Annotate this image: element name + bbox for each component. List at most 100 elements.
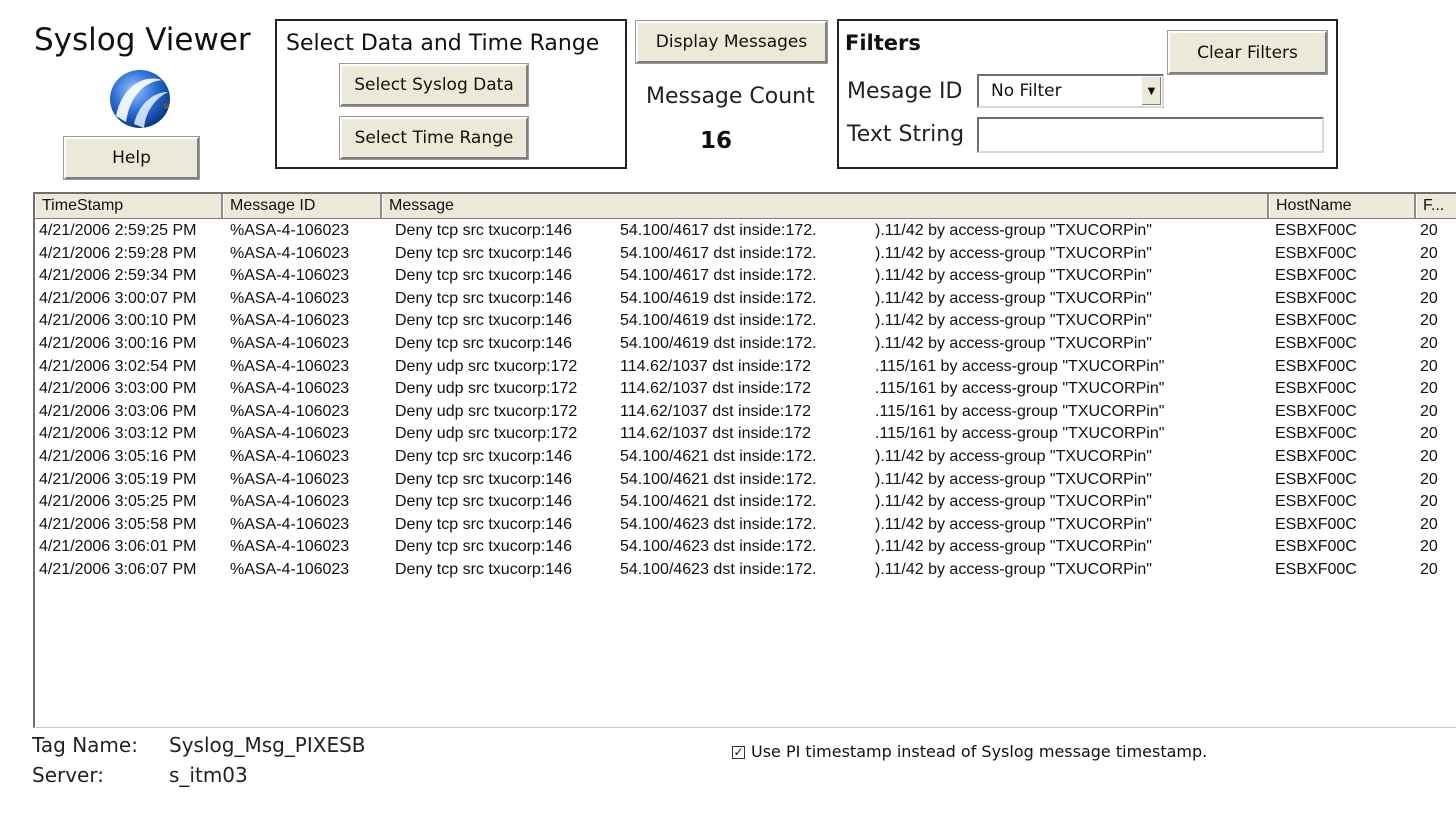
cell-timestamp: 4/21/2006 3:06:07 PM xyxy=(39,561,197,578)
cell-message-part3: ).11/42 by access-group "TXUCORPin" xyxy=(875,244,1152,262)
cell-message-id: %ASA-4-106023 xyxy=(230,335,350,352)
table-row[interactable]: 4/21/2006 3:03:12 PM %ASA-4-106023 Deny ud… xyxy=(35,423,1456,445)
table-row[interactable]: 4/21/2006 2:59:28 PM %ASA-4-106023 Deny tc… xyxy=(35,243,1456,265)
app-title: Syslog Viewer xyxy=(34,22,251,58)
table-row[interactable]: 4/21/2006 2:59:25 PM %ASA-4-106023 Deny tc… xyxy=(35,220,1456,242)
cell-message-part2: 54.100/4619 dst inside:172. xyxy=(620,289,817,307)
help-button[interactable]: Help xyxy=(63,136,200,180)
cell-message-part2: 114.62/1037 dst inside:172 xyxy=(620,402,811,420)
cell-timestamp: 4/21/2006 3:02:54 PM xyxy=(39,357,197,375)
text-string-label: Text String xyxy=(847,122,965,147)
cell-timestamp: 4/21/2006 3:03:06 PM xyxy=(39,402,197,420)
table-row[interactable]: 4/21/2006 3:05:25 PM %ASA-4-106023 Deny tc… xyxy=(35,491,1456,513)
table-row[interactable]: 4/21/2006 3:00:16 PM %ASA-4-106023 Deny tc… xyxy=(35,333,1456,355)
table-row[interactable]: 4/21/2006 3:05:16 PM %ASA-4-106023 Deny tc… xyxy=(35,446,1456,468)
message-id-label: Mesage ID xyxy=(847,79,963,104)
cell-timestamp: 4/21/2006 3:05:19 PM xyxy=(39,470,197,488)
message-id-select[interactable]: No Filter ▼ xyxy=(977,74,1164,108)
cell-f: 20 xyxy=(1420,515,1438,533)
table-row[interactable]: 4/21/2006 3:03:00 PM %ASA-4-106023 Deny ud… xyxy=(35,378,1456,400)
cell-hostname: ESBXF00C xyxy=(1275,289,1357,307)
cell-timestamp: 4/21/2006 2:59:25 PM xyxy=(39,222,197,239)
table-row[interactable]: 4/21/2006 3:05:19 PM %ASA-4-106023 Deny tc… xyxy=(35,469,1456,491)
column-header-message[interactable]: Message xyxy=(382,194,1269,218)
cell-message-id: %ASA-4-106023 xyxy=(230,312,350,330)
cell-message-id: %ASA-4-106023 xyxy=(230,380,350,398)
cell-message-part3: ).11/42 by access-group "TXUCORPin" xyxy=(875,470,1152,488)
column-header-hostname[interactable]: HostName xyxy=(1269,194,1416,218)
range-panel-title: Select Data and Time Range xyxy=(286,31,600,56)
cell-hostname: ESBXF00C xyxy=(1275,357,1357,375)
table-row[interactable]: 4/21/2006 3:05:58 PM %ASA-4-106023 Deny tc… xyxy=(35,514,1456,536)
cell-hostname: ESBXF00C xyxy=(1275,493,1357,511)
cell-message-part3: .115/161 by access-group "TXUCORPin" xyxy=(875,380,1165,398)
pi-timestamp-option[interactable]: ✓ Use PI timestamp instead of Syslog mess… xyxy=(732,742,1207,761)
cell-message-part2: 54.100/4623 dst inside:172. xyxy=(620,561,817,578)
cell-message-id: %ASA-4-106023 xyxy=(230,244,350,262)
cell-hostname: ESBXF00C xyxy=(1275,380,1357,398)
checkbox-checked-icon[interactable]: ✓ xyxy=(732,746,745,759)
table-row[interactable]: 4/21/2006 2:59:34 PM %ASA-4-106023 Deny tc… xyxy=(35,265,1456,287)
cell-message-part2: 54.100/4617 dst inside:172. xyxy=(620,267,817,285)
cell-message-part1: Deny tcp src txucorp:146 xyxy=(395,515,572,533)
cell-message-part1: Deny tcp src txucorp:146 xyxy=(395,244,572,262)
cell-f: 20 xyxy=(1420,561,1438,578)
cell-message-part2: 54.100/4621 dst inside:172. xyxy=(620,493,817,511)
table-row[interactable]: 4/21/2006 3:06:07 PM %ASA-4-106023 Deny tc… xyxy=(35,559,1456,581)
cell-f: 20 xyxy=(1420,222,1438,239)
cell-message-part2: 114.62/1037 dst inside:172 xyxy=(620,357,811,375)
cell-message-part2: 54.100/4621 dst inside:172. xyxy=(620,470,817,488)
cell-message-id: %ASA-4-106023 xyxy=(230,289,350,307)
chevron-down-icon[interactable]: ▼ xyxy=(1141,77,1161,105)
select-syslog-data-button[interactable]: Select Syslog Data xyxy=(339,63,529,107)
grid-header: TimeStamp Message ID Message HostName F.… xyxy=(35,194,1456,219)
cell-message-part1: Deny tcp src txucorp:146 xyxy=(395,222,572,239)
cell-message-part2: 54.100/4617 dst inside:172. xyxy=(620,244,817,262)
table-row[interactable]: 4/21/2006 3:00:07 PM %ASA-4-106023 Deny tc… xyxy=(35,288,1456,310)
cell-message-part2: 114.62/1037 dst inside:172 xyxy=(620,380,811,398)
tag-name-value: Syslog_Msg_PIXESB xyxy=(169,733,366,757)
cell-message-part1: Deny tcp src txucorp:146 xyxy=(395,493,572,511)
cell-message-part2: 54.100/4619 dst inside:172. xyxy=(620,335,817,352)
column-header-f[interactable]: F... xyxy=(1416,194,1456,218)
cell-hostname: ESBXF00C xyxy=(1275,538,1357,556)
cell-timestamp: 4/21/2006 3:05:25 PM xyxy=(39,493,197,511)
logo-icon xyxy=(104,66,176,132)
cell-hostname: ESBXF00C xyxy=(1275,335,1357,352)
cell-hostname: ESBXF00C xyxy=(1275,244,1357,262)
column-header-message-id[interactable]: Message ID xyxy=(223,194,382,218)
tag-name-label: Tag Name: xyxy=(32,733,138,757)
cell-hostname: ESBXF00C xyxy=(1275,222,1357,239)
cell-message-part1: Deny udp src txucorp:172 xyxy=(395,402,578,420)
cell-hostname: ESBXF00C xyxy=(1275,515,1357,533)
server-label: Server: xyxy=(32,763,104,787)
table-row[interactable]: 4/21/2006 3:00:10 PM %ASA-4-106023 Deny tc… xyxy=(35,310,1456,332)
cell-message-part1: Deny tcp src txucorp:146 xyxy=(395,289,572,307)
text-string-input[interactable] xyxy=(977,117,1324,153)
cell-message-part2: 54.100/4623 dst inside:172. xyxy=(620,538,817,556)
cell-f: 20 xyxy=(1420,493,1438,511)
cell-message-id: %ASA-4-106023 xyxy=(230,222,350,239)
column-header-timestamp[interactable]: TimeStamp xyxy=(35,194,223,218)
cell-message-part3: .115/161 by access-group "TXUCORPin" xyxy=(875,425,1165,443)
cell-message-id: %ASA-4-106023 xyxy=(230,448,350,465)
cell-message-part3: ).11/42 by access-group "TXUCORPin" xyxy=(875,289,1152,307)
filters-panel: Filters Clear Filters Mesage ID No Filte… xyxy=(837,19,1338,169)
cell-message-id: %ASA-4-106023 xyxy=(230,561,350,578)
cell-message-part2: 54.100/4621 dst inside:172. xyxy=(620,448,817,465)
select-time-range-button[interactable]: Select Time Range xyxy=(339,116,529,160)
cell-timestamp: 4/21/2006 2:59:28 PM xyxy=(39,244,197,262)
cell-message-part2: 54.100/4617 dst inside:172. xyxy=(620,222,817,239)
cell-message-part3: ).11/42 by access-group "TXUCORPin" xyxy=(875,312,1152,330)
table-row[interactable]: 4/21/2006 3:06:01 PM %ASA-4-106023 Deny tc… xyxy=(35,536,1456,558)
table-row[interactable]: 4/21/2006 3:02:54 PM %ASA-4-106023 Deny ud… xyxy=(35,356,1456,378)
table-row[interactable]: 4/21/2006 3:03:06 PM %ASA-4-106023 Deny ud… xyxy=(35,401,1456,423)
messages-grid[interactable]: TimeStamp Message ID Message HostName F.… xyxy=(33,192,1456,728)
range-panel: Select Data and Time Range Select Syslog… xyxy=(275,19,627,169)
cell-message-part3: .115/161 by access-group "TXUCORPin" xyxy=(875,402,1165,420)
display-messages-button[interactable]: Display Messages xyxy=(635,20,828,64)
cell-f: 20 xyxy=(1420,335,1438,352)
cell-message-part1: Deny tcp src txucorp:146 xyxy=(395,470,572,488)
clear-filters-button[interactable]: Clear Filters xyxy=(1167,30,1328,75)
cell-f: 20 xyxy=(1420,470,1438,488)
